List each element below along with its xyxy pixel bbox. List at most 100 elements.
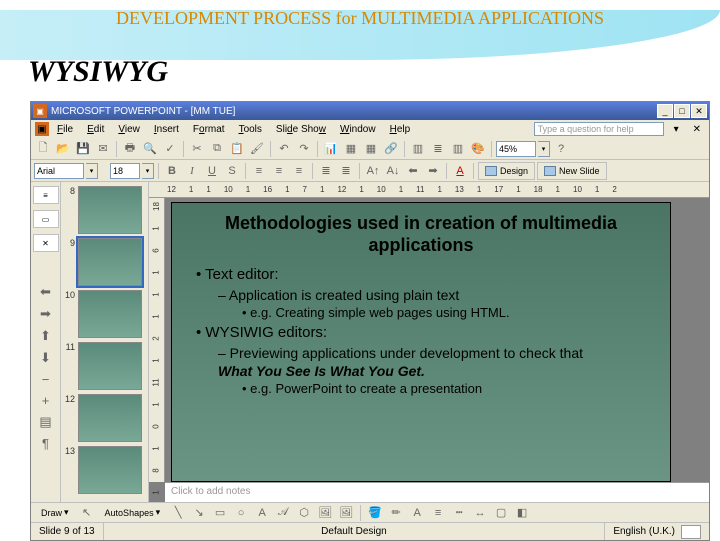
menu-edit[interactable]: Edit <box>81 123 110 136</box>
slide-thumbnail[interactable] <box>78 394 142 442</box>
select-pointer-icon[interactable]: ↖ <box>78 504 96 522</box>
new-slide-button[interactable]: New Slide <box>537 162 607 180</box>
arrow-style-icon[interactable]: ↔ <box>471 504 489 522</box>
app-menu-icon[interactable]: ▣ <box>35 122 49 136</box>
outline-up-icon[interactable]: ⬆ <box>40 328 51 344</box>
menu-format[interactable]: Format <box>187 123 231 136</box>
show-grid-icon[interactable]: ▥ <box>449 140 467 158</box>
help-dropdown[interactable]: ▾ <box>670 123 683 136</box>
undo-icon[interactable]: ↶ <box>275 140 293 158</box>
zoom-input[interactable]: 45% <box>496 141 536 157</box>
bold-button[interactable]: B <box>163 162 181 180</box>
slide-thumbnail[interactable] <box>78 238 142 286</box>
cut-icon[interactable]: ✂ <box>188 140 206 158</box>
format-painter-icon[interactable]: 🖌 <box>248 140 266 158</box>
font-family-input[interactable]: Arial <box>34 163 84 179</box>
color-grayscale-icon[interactable]: 🎨 <box>469 140 487 158</box>
font-size-input[interactable]: 18 <box>110 163 140 179</box>
slide-thumbnail[interactable] <box>78 186 142 234</box>
design-button[interactable]: Design <box>478 162 535 180</box>
align-right-icon[interactable]: ≡ <box>290 162 308 180</box>
align-left-icon[interactable]: ≡ <box>250 162 268 180</box>
menu-help[interactable]: Help <box>384 123 417 136</box>
maximize-button[interactable]: □ <box>674 104 690 118</box>
number-list-icon[interactable]: ≣ <box>317 162 335 180</box>
draw-menu[interactable]: Draw ▾ <box>35 505 75 520</box>
oval-icon[interactable]: ○ <box>232 504 250 522</box>
summary-slide-icon[interactable]: ▤ <box>39 414 51 430</box>
paste-icon[interactable]: 📋 <box>228 140 246 158</box>
clipart-icon[interactable]: 🖼 <box>316 504 334 522</box>
outline-tab[interactable]: ≡ <box>33 186 59 204</box>
autoshapes-menu[interactable]: AutoShapes ▾ <box>99 505 167 520</box>
notes-input[interactable]: Click to add notes <box>165 482 709 502</box>
redo-icon[interactable]: ↷ <box>295 140 313 158</box>
mail-icon[interactable]: ✉ <box>94 140 112 158</box>
minimize-button[interactable]: _ <box>657 104 673 118</box>
slides-tab[interactable]: ▭ <box>33 210 59 228</box>
open-icon[interactable]: 📂 <box>54 140 72 158</box>
fill-color-icon[interactable]: 🪣 <box>366 504 384 522</box>
show-formatting-icon[interactable]: ¶ <box>42 436 49 451</box>
line-icon[interactable]: ╲ <box>169 504 187 522</box>
outline-collapse-icon[interactable]: − <box>42 372 50 387</box>
print-icon[interactable]: 🖶 <box>121 140 139 158</box>
hyperlink-icon[interactable]: 🔗 <box>382 140 400 158</box>
italic-button[interactable]: I <box>183 162 201 180</box>
line-style-icon[interactable]: ≡ <box>429 504 447 522</box>
tables-borders-icon[interactable]: ▦ <box>362 140 380 158</box>
help-search-input[interactable]: Type a question for help <box>534 122 664 136</box>
slide-canvas[interactable]: Methodologies used in creation of multim… <box>171 202 671 482</box>
help-icon[interactable]: ? <box>552 140 570 158</box>
menu-tools[interactable]: Tools <box>233 123 268 136</box>
menu-file[interactable]: File <box>51 123 79 136</box>
dash-style-icon[interactable]: ┅ <box>450 504 468 522</box>
outline-expand-icon[interactable]: + <box>42 393 50 408</box>
insert-chart-icon[interactable]: 📊 <box>322 140 340 158</box>
3d-style-icon[interactable]: ◧ <box>513 504 531 522</box>
rectangle-icon[interactable]: ▭ <box>211 504 229 522</box>
shadow-style-icon[interactable]: ▢ <box>492 504 510 522</box>
slide-thumbnail[interactable] <box>78 342 142 390</box>
status-language[interactable]: English (U.K.) <box>605 523 709 540</box>
slide-thumbnail[interactable] <box>78 290 142 338</box>
outline-down-icon[interactable]: ⬇ <box>40 350 51 366</box>
doc-close-button[interactable]: ✕ <box>689 123 705 136</box>
outline-promote-icon[interactable]: ⬅ <box>40 284 51 300</box>
new-icon[interactable]: 🗋 <box>34 140 52 158</box>
font-color-icon[interactable]: A <box>451 162 469 180</box>
tab-close[interactable]: ✕ <box>33 234 59 252</box>
font-size-dropdown[interactable]: ▾ <box>142 163 154 179</box>
increase-indent-icon[interactable]: ➡ <box>424 162 442 180</box>
diagram-icon[interactable]: ⬡ <box>295 504 313 522</box>
expand-all-icon[interactable]: ▥ <box>409 140 427 158</box>
font-family-dropdown[interactable]: ▾ <box>86 163 98 179</box>
wordart-icon[interactable]: 𝒜 <box>274 504 292 522</box>
bullet-list-icon[interactable]: ≣ <box>337 162 355 180</box>
picture-icon[interactable]: 🖼 <box>337 504 355 522</box>
save-icon[interactable]: 💾 <box>74 140 92 158</box>
arrow-icon[interactable]: ↘ <box>190 504 208 522</box>
underline-button[interactable]: U <box>203 162 221 180</box>
increase-font-icon[interactable]: A↑ <box>364 162 382 180</box>
show-format-icon[interactable]: ≣ <box>429 140 447 158</box>
close-button[interactable]: ✕ <box>691 104 707 118</box>
decrease-font-icon[interactable]: A↓ <box>384 162 402 180</box>
decrease-indent-icon[interactable]: ⬅ <box>404 162 422 180</box>
textbox-icon[interactable]: A <box>253 504 271 522</box>
menu-slideshow[interactable]: Slide Show <box>270 123 332 136</box>
insert-table-icon[interactable]: ▦ <box>342 140 360 158</box>
slide-thumbnail[interactable] <box>78 446 142 494</box>
shadow-button[interactable]: S <box>223 162 241 180</box>
preview-icon[interactable]: 🔍 <box>141 140 159 158</box>
outline-demote-icon[interactable]: ➡ <box>40 306 51 322</box>
line-color-icon[interactable]: ✏ <box>387 504 405 522</box>
font-color-icon[interactable]: A <box>408 504 426 522</box>
spellcheck-icon[interactable]: ✓ <box>161 140 179 158</box>
menu-insert[interactable]: Insert <box>148 123 185 136</box>
copy-icon[interactable]: ⧉ <box>208 140 226 158</box>
menu-view[interactable]: View <box>112 123 146 136</box>
zoom-dropdown[interactable]: ▾ <box>538 141 550 157</box>
align-center-icon[interactable]: ≡ <box>270 162 288 180</box>
menu-window[interactable]: Window <box>334 123 382 136</box>
